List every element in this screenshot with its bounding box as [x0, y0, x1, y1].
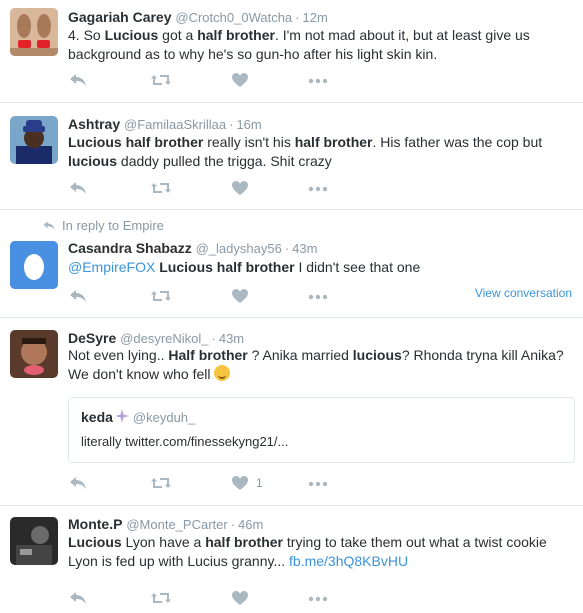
- tweet-text: Lucious half brother really isn't his ha…: [68, 133, 569, 171]
- reply-icon[interactable]: [68, 288, 88, 304]
- display-name[interactable]: Casandra Shabazz: [68, 240, 192, 256]
- more-icon[interactable]: [308, 78, 328, 84]
- user-handle[interactable]: @Crotch0_0Watcha: [175, 10, 292, 25]
- highlighted-keyword: Lucious: [68, 534, 122, 550]
- avatar[interactable]: [10, 116, 58, 164]
- highlighted-keyword: half brother: [294, 134, 373, 150]
- text-run: 4. So: [68, 27, 105, 43]
- tweet-2[interactable]: Ashtray @FamilaaSkrillaa · 16m Lucious hal…: [0, 103, 583, 209]
- avatar[interactable]: [10, 330, 58, 378]
- avatar-photo: [10, 116, 58, 164]
- user-handle[interactable]: @FamilaaSkrillaa: [124, 117, 226, 132]
- like-icon[interactable]: [231, 475, 249, 491]
- egg-avatar-icon: [10, 241, 58, 289]
- highlighted-keyword: lucious: [68, 153, 118, 169]
- highlighted-keyword: half brother: [205, 534, 283, 550]
- like-icon[interactable]: [231, 72, 249, 88]
- tweet-header: DeSyre @desyreNikol_ · 43m: [68, 330, 245, 346]
- more-icon[interactable]: [308, 481, 328, 487]
- tweet-text: Not even lying.. Half brother ? Anika ma…: [68, 346, 569, 384]
- quoted-display-name: keda: [81, 409, 113, 425]
- quoted-tweet-text: literally twitter.com/finessekyng21/...: [81, 434, 289, 449]
- tweet-1[interactable]: Gagariah Carey @Crotch0_0Watcha · 12m 4. S…: [0, 0, 583, 102]
- tweet-4[interactable]: DeSyre @desyreNikol_ · 43m Not even lying.…: [0, 318, 583, 505]
- retweet-icon[interactable]: [150, 288, 172, 304]
- avatar[interactable]: [10, 241, 58, 289]
- avatar-photo: [10, 517, 58, 565]
- retweet-icon[interactable]: [150, 590, 172, 606]
- user-handle[interactable]: @desyreNikol_: [120, 331, 208, 346]
- timestamp[interactable]: 46m: [238, 517, 263, 532]
- text-run: daddy pulled the trigga. Shit crazy: [117, 153, 332, 169]
- tweet-header: Casandra Shabazz @_ladyshay56 · 43m: [68, 240, 318, 256]
- more-icon[interactable]: [308, 186, 328, 192]
- tweet-header: Gagariah Carey @Crotch0_0Watcha · 12m: [68, 9, 328, 25]
- tweet-3[interactable]: In reply to Empire Casandra Shabazz @_la…: [0, 210, 583, 317]
- highlighted-keyword: Lucious half brother: [159, 259, 295, 275]
- user-handle[interactable]: @_ladyshay56: [196, 241, 282, 256]
- like-icon[interactable]: [231, 288, 249, 304]
- reply-icon[interactable]: [68, 72, 88, 88]
- text-run: really isn't his: [203, 134, 295, 150]
- timestamp[interactable]: 43m: [292, 241, 317, 256]
- retweet-icon[interactable]: [150, 475, 172, 491]
- external-link[interactable]: fb.me/3hQ8KBvHU: [289, 553, 408, 569]
- timestamp[interactable]: 12m: [303, 10, 328, 25]
- highlighted-keyword: Lucious: [104, 27, 159, 43]
- user-handle[interactable]: @Monte_PCarter: [126, 517, 227, 532]
- tweet-5[interactable]: Monte.P @Monte_PCarter · 46m Lucious Lyon …: [0, 506, 583, 613]
- tweet-header: Monte.P @Monte_PCarter · 46m: [68, 516, 264, 532]
- avatar[interactable]: [10, 8, 58, 56]
- tweet-text: @EmpireFOX Lucious half brother I didn't…: [68, 258, 569, 277]
- display-name[interactable]: DeSyre: [68, 330, 116, 346]
- text-run: ? Anika married: [247, 347, 353, 363]
- timestamp[interactable]: 16m: [236, 117, 261, 132]
- quoted-user-handle: @keyduh_: [132, 410, 196, 425]
- quoted-tweet-header: keda @keyduh_: [81, 409, 195, 425]
- more-icon[interactable]: [308, 596, 328, 602]
- display-name[interactable]: Gagariah Carey: [68, 9, 172, 25]
- more-icon[interactable]: [308, 294, 328, 300]
- highlighted-keyword: half brother: [125, 134, 204, 150]
- reply-arrow-icon: [42, 220, 56, 231]
- retweet-icon[interactable]: [150, 72, 172, 88]
- reply-icon[interactable]: [68, 590, 88, 606]
- reply-context-label: In reply to Empire: [62, 218, 164, 233]
- tweet-text: 4. So Lucious got a half brother. I'm no…: [68, 26, 569, 64]
- reply-icon[interactable]: [68, 180, 88, 196]
- text-run: Not even lying..: [68, 347, 169, 363]
- retweet-icon[interactable]: [150, 180, 172, 196]
- tweet-text: Lucious Lyon have a half brother trying …: [68, 533, 569, 571]
- text-run: Lyon have a: [121, 534, 206, 550]
- sparkles-emoji-icon: [114, 409, 129, 423]
- display-name[interactable]: Monte.P: [68, 516, 122, 532]
- highlighted-keyword: lucious: [352, 347, 402, 363]
- avatar-photo: [10, 330, 58, 378]
- text-run: got a: [158, 27, 198, 43]
- view-conversation-link[interactable]: View conversation: [475, 286, 572, 300]
- grinning-sweat-emoji-icon: [214, 365, 231, 381]
- reply-icon[interactable]: [68, 475, 88, 491]
- highlighted-keyword: Lucious: [68, 134, 122, 150]
- display-name[interactable]: Ashtray: [68, 116, 120, 132]
- highlighted-keyword: half brother: [197, 27, 275, 43]
- mention-link[interactable]: @EmpireFOX: [68, 259, 155, 275]
- like-icon[interactable]: [231, 180, 249, 196]
- timestamp[interactable]: 43m: [219, 331, 244, 346]
- like-count: 1: [256, 476, 263, 490]
- highlighted-keyword: Half brother: [168, 347, 248, 363]
- tweet-header: Ashtray @FamilaaSkrillaa · 16m: [68, 116, 262, 132]
- text-run: I didn't see that one: [294, 259, 421, 275]
- quoted-tweet[interactable]: keda @keyduh_ literally twitter.com/fines…: [68, 397, 575, 463]
- reply-context[interactable]: In reply to Empire: [42, 218, 164, 233]
- like-icon[interactable]: [231, 590, 249, 606]
- avatar[interactable]: [10, 517, 58, 565]
- text-run: . His father was the cop but: [372, 134, 543, 150]
- avatar-photo: [10, 8, 58, 56]
